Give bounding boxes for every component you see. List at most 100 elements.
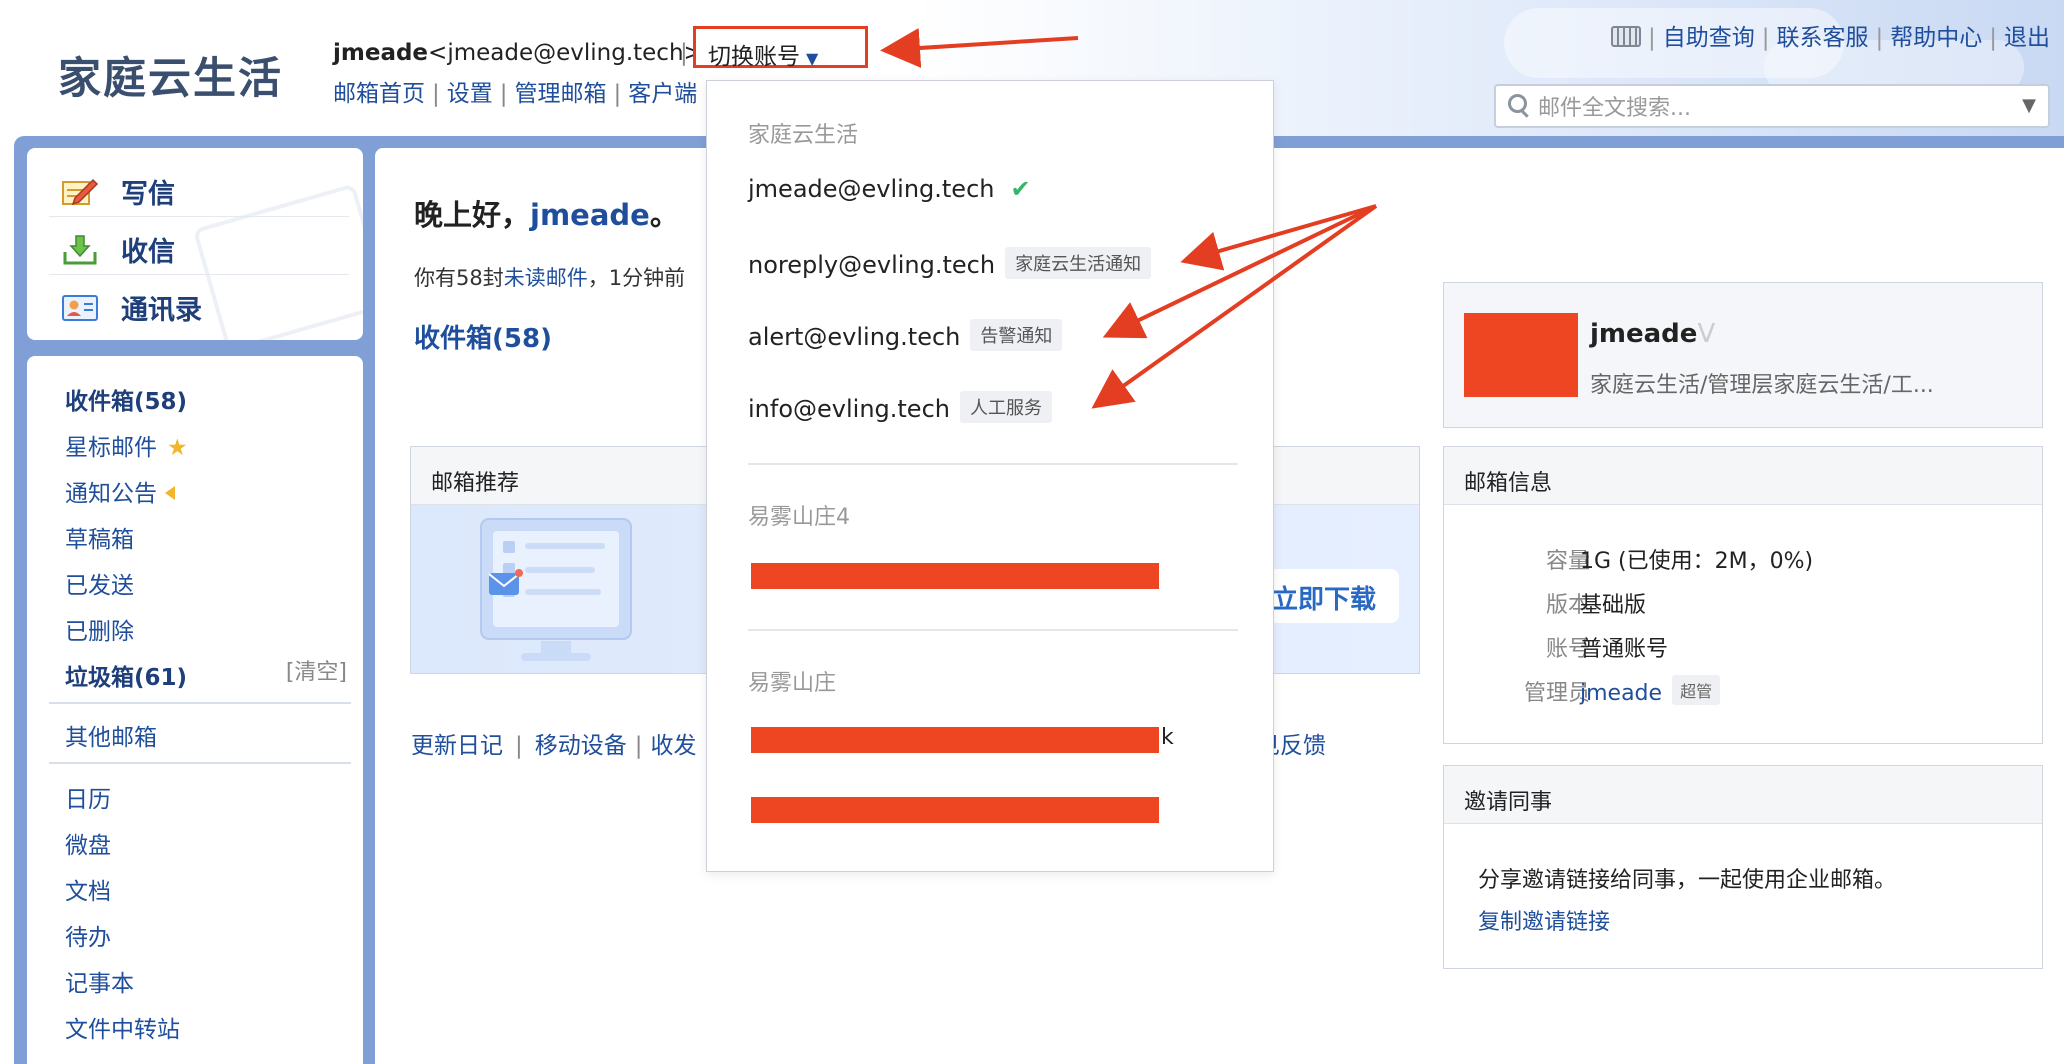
account-group-title: 易雾山庄: [748, 671, 837, 696]
profile-name: jmeadeV: [1590, 319, 1715, 349]
inbox-title-link[interactable]: 收件箱(58): [414, 318, 552, 355]
self-service-link[interactable]: 自助查询: [1663, 25, 1755, 51]
compose-button[interactable]: 写信: [61, 172, 175, 211]
nav-client[interactable]: 客户端: [628, 81, 697, 107]
app-calendar[interactable]: 日历: [65, 780, 111, 814]
folder-announcements[interactable]: 通知公告: [65, 474, 175, 508]
app-docs[interactable]: 文档: [65, 872, 111, 906]
unread-suffix: ，1分钟前: [587, 266, 686, 290]
unread-mail-link[interactable]: 未读邮件: [504, 266, 588, 290]
receive-mail-label: 收信: [121, 237, 175, 268]
profile-card: jmeadeV 家庭云生活/管理层家庭云生活/工...: [1443, 282, 2043, 428]
invite-colleague-card: 邀请同事 分享邀请链接给同事，一起使用企业邮箱。 复制邀请链接: [1443, 765, 2043, 969]
account-email: jmeade@evling.tech: [748, 175, 995, 203]
account-tag: 家庭云生活通知: [1005, 247, 1152, 279]
folder-list: 收件箱(58) 星标邮件 ★ 通知公告 草稿箱 已发送 已删除 垃圾箱(61) […: [27, 356, 363, 1064]
edition-value: 基础版: [1580, 593, 1647, 618]
account-text-fragment: k: [1161, 725, 1174, 750]
help-center-link[interactable]: 帮助中心: [1890, 25, 1982, 51]
star-icon: ★: [167, 435, 188, 461]
super-admin-badge: 超管: [1672, 675, 1721, 705]
folder-inbox[interactable]: 收件箱(58): [65, 382, 187, 416]
capacity-value: 1G (已使用：2M，0%): [1580, 549, 1814, 574]
folder-starred[interactable]: 星标邮件 ★: [65, 428, 188, 462]
app-file-transfer[interactable]: 文件中转站: [65, 1010, 180, 1044]
unread-summary: 你有58封未读邮件，1分钟前: [414, 262, 685, 292]
app-todo[interactable]: 待办: [65, 918, 111, 952]
search-options-caret-icon[interactable]: ▼: [2022, 95, 2036, 116]
top-nav: 邮箱首页 | 设置 | 管理邮箱 | 客户端: [333, 81, 698, 107]
unread-prefix: 你有58封: [414, 266, 504, 290]
account-email: alert@evling.tech: [748, 323, 961, 351]
caret-down-icon: ▼: [806, 49, 819, 68]
verified-icon: V: [1697, 319, 1716, 349]
account-item[interactable]: alert@evling.tech 告警通知: [748, 319, 1063, 351]
account-item[interactable]: noreply@evling.tech 家庭云生活通知: [748, 247, 1152, 279]
account-email: info@evling.tech: [748, 395, 950, 423]
check-icon: ✔: [1010, 175, 1031, 203]
copy-invite-link[interactable]: 复制邀请链接: [1478, 904, 1610, 936]
app-logo[interactable]: 家庭云生活: [58, 44, 283, 106]
account-group-title: 家庭云生活: [748, 123, 859, 148]
folder-spam[interactable]: 垃圾箱(61): [65, 658, 187, 692]
account-tag: 告警通知: [970, 319, 1063, 351]
redacted-account-item[interactable]: [751, 727, 1159, 753]
keyboard-icon[interactable]: [1611, 26, 1641, 47]
nav-mailbox-home[interactable]: 邮箱首页: [333, 81, 425, 107]
contacts-icon: [61, 292, 99, 322]
folder-starred-label: 星标邮件: [65, 435, 157, 461]
nav-settings[interactable]: 设置: [447, 81, 493, 107]
compose-label: 写信: [121, 179, 175, 210]
mailbox-info-title: 邮箱信息: [1444, 447, 2042, 505]
folder-sent[interactable]: 已发送: [65, 566, 134, 600]
user-email: <jmeade@evling.tech>: [428, 40, 703, 66]
inbox-download-icon: [61, 234, 99, 265]
bottom-links: 更新日记 | 移动设备 | 收发: [411, 733, 697, 759]
profile-department: 家庭云生活/管理层家庭云生活/工...: [1590, 373, 1934, 398]
contact-support-link[interactable]: 联系客服: [1777, 25, 1869, 51]
speaker-icon: [165, 486, 175, 500]
search-box[interactable]: ▼: [1494, 84, 2050, 128]
greeting: 晚上好，jmeade。: [414, 192, 679, 234]
account-group-title: 易雾山庄4: [748, 505, 850, 530]
current-user: jmeade<jmeade@evling.tech>: [333, 40, 703, 66]
profile-name-text: jmeade: [1590, 319, 1698, 349]
admin-user-link[interactable]: jmeade: [1580, 681, 1662, 706]
account-type-link[interactable]: 普通账号: [1580, 631, 1668, 663]
invite-description: 分享邀请链接给同事，一起使用企业邮箱。: [1478, 868, 1897, 893]
account-tag: 人工服务: [959, 391, 1052, 423]
nav-manage-mailbox[interactable]: 管理邮箱: [515, 81, 607, 107]
greeting-suffix: 。: [649, 198, 679, 232]
changelog-link[interactable]: 更新日记: [411, 733, 503, 759]
mailbox-info-card: 邮箱信息 容量 1G (已使用：2M，0%) 版本 基础版 账号 普通账号 管理…: [1443, 446, 2043, 744]
account-item-current[interactable]: jmeade@evling.tech ✔: [748, 175, 1031, 203]
invite-title: 邀请同事: [1444, 766, 2042, 824]
separator: |: [680, 40, 688, 66]
search-icon: [1508, 94, 1527, 113]
receive-mail-button[interactable]: 收信: [61, 230, 175, 269]
user-name: jmeade: [333, 40, 429, 66]
search-input[interactable]: [1536, 92, 2000, 124]
desktop-client-illustration: [480, 518, 632, 661]
folder-announcements-label: 通知公告: [65, 481, 157, 507]
contacts-button[interactable]: 通讯录: [61, 288, 202, 327]
contacts-label: 通讯录: [121, 295, 202, 326]
logout-link[interactable]: 退出: [2004, 25, 2050, 51]
app-notes[interactable]: 记事本: [65, 964, 134, 998]
clear-spam-link[interactable]: [清空]: [286, 654, 347, 686]
account-item[interactable]: info@evling.tech 人工服务: [748, 391, 1052, 423]
greeting-prefix: 晚上好，: [414, 198, 531, 232]
quick-actions: 写信 收信 通讯录: [27, 148, 363, 340]
switch-account-dropdown: 家庭云生活 jmeade@evling.tech ✔ noreply@evling…: [706, 80, 1274, 872]
send-receive-link[interactable]: 收发: [651, 733, 697, 759]
folder-deleted[interactable]: 已删除: [65, 612, 134, 646]
mobile-devices-link[interactable]: 移动设备: [535, 733, 627, 759]
switch-account-button[interactable]: 切换账号 ▼: [693, 26, 868, 70]
redacted-account-item[interactable]: [751, 563, 1159, 589]
account-email: noreply@evling.tech: [748, 251, 996, 279]
folder-drafts[interactable]: 草稿箱: [65, 520, 134, 554]
header-right-links: | 自助查询 | 联系客服 | 帮助中心 | 退出: [1611, 18, 2050, 52]
app-drive[interactable]: 微盘: [65, 826, 111, 860]
redacted-account-item[interactable]: [751, 797, 1159, 823]
other-mailbox[interactable]: 其他邮箱: [65, 718, 157, 752]
